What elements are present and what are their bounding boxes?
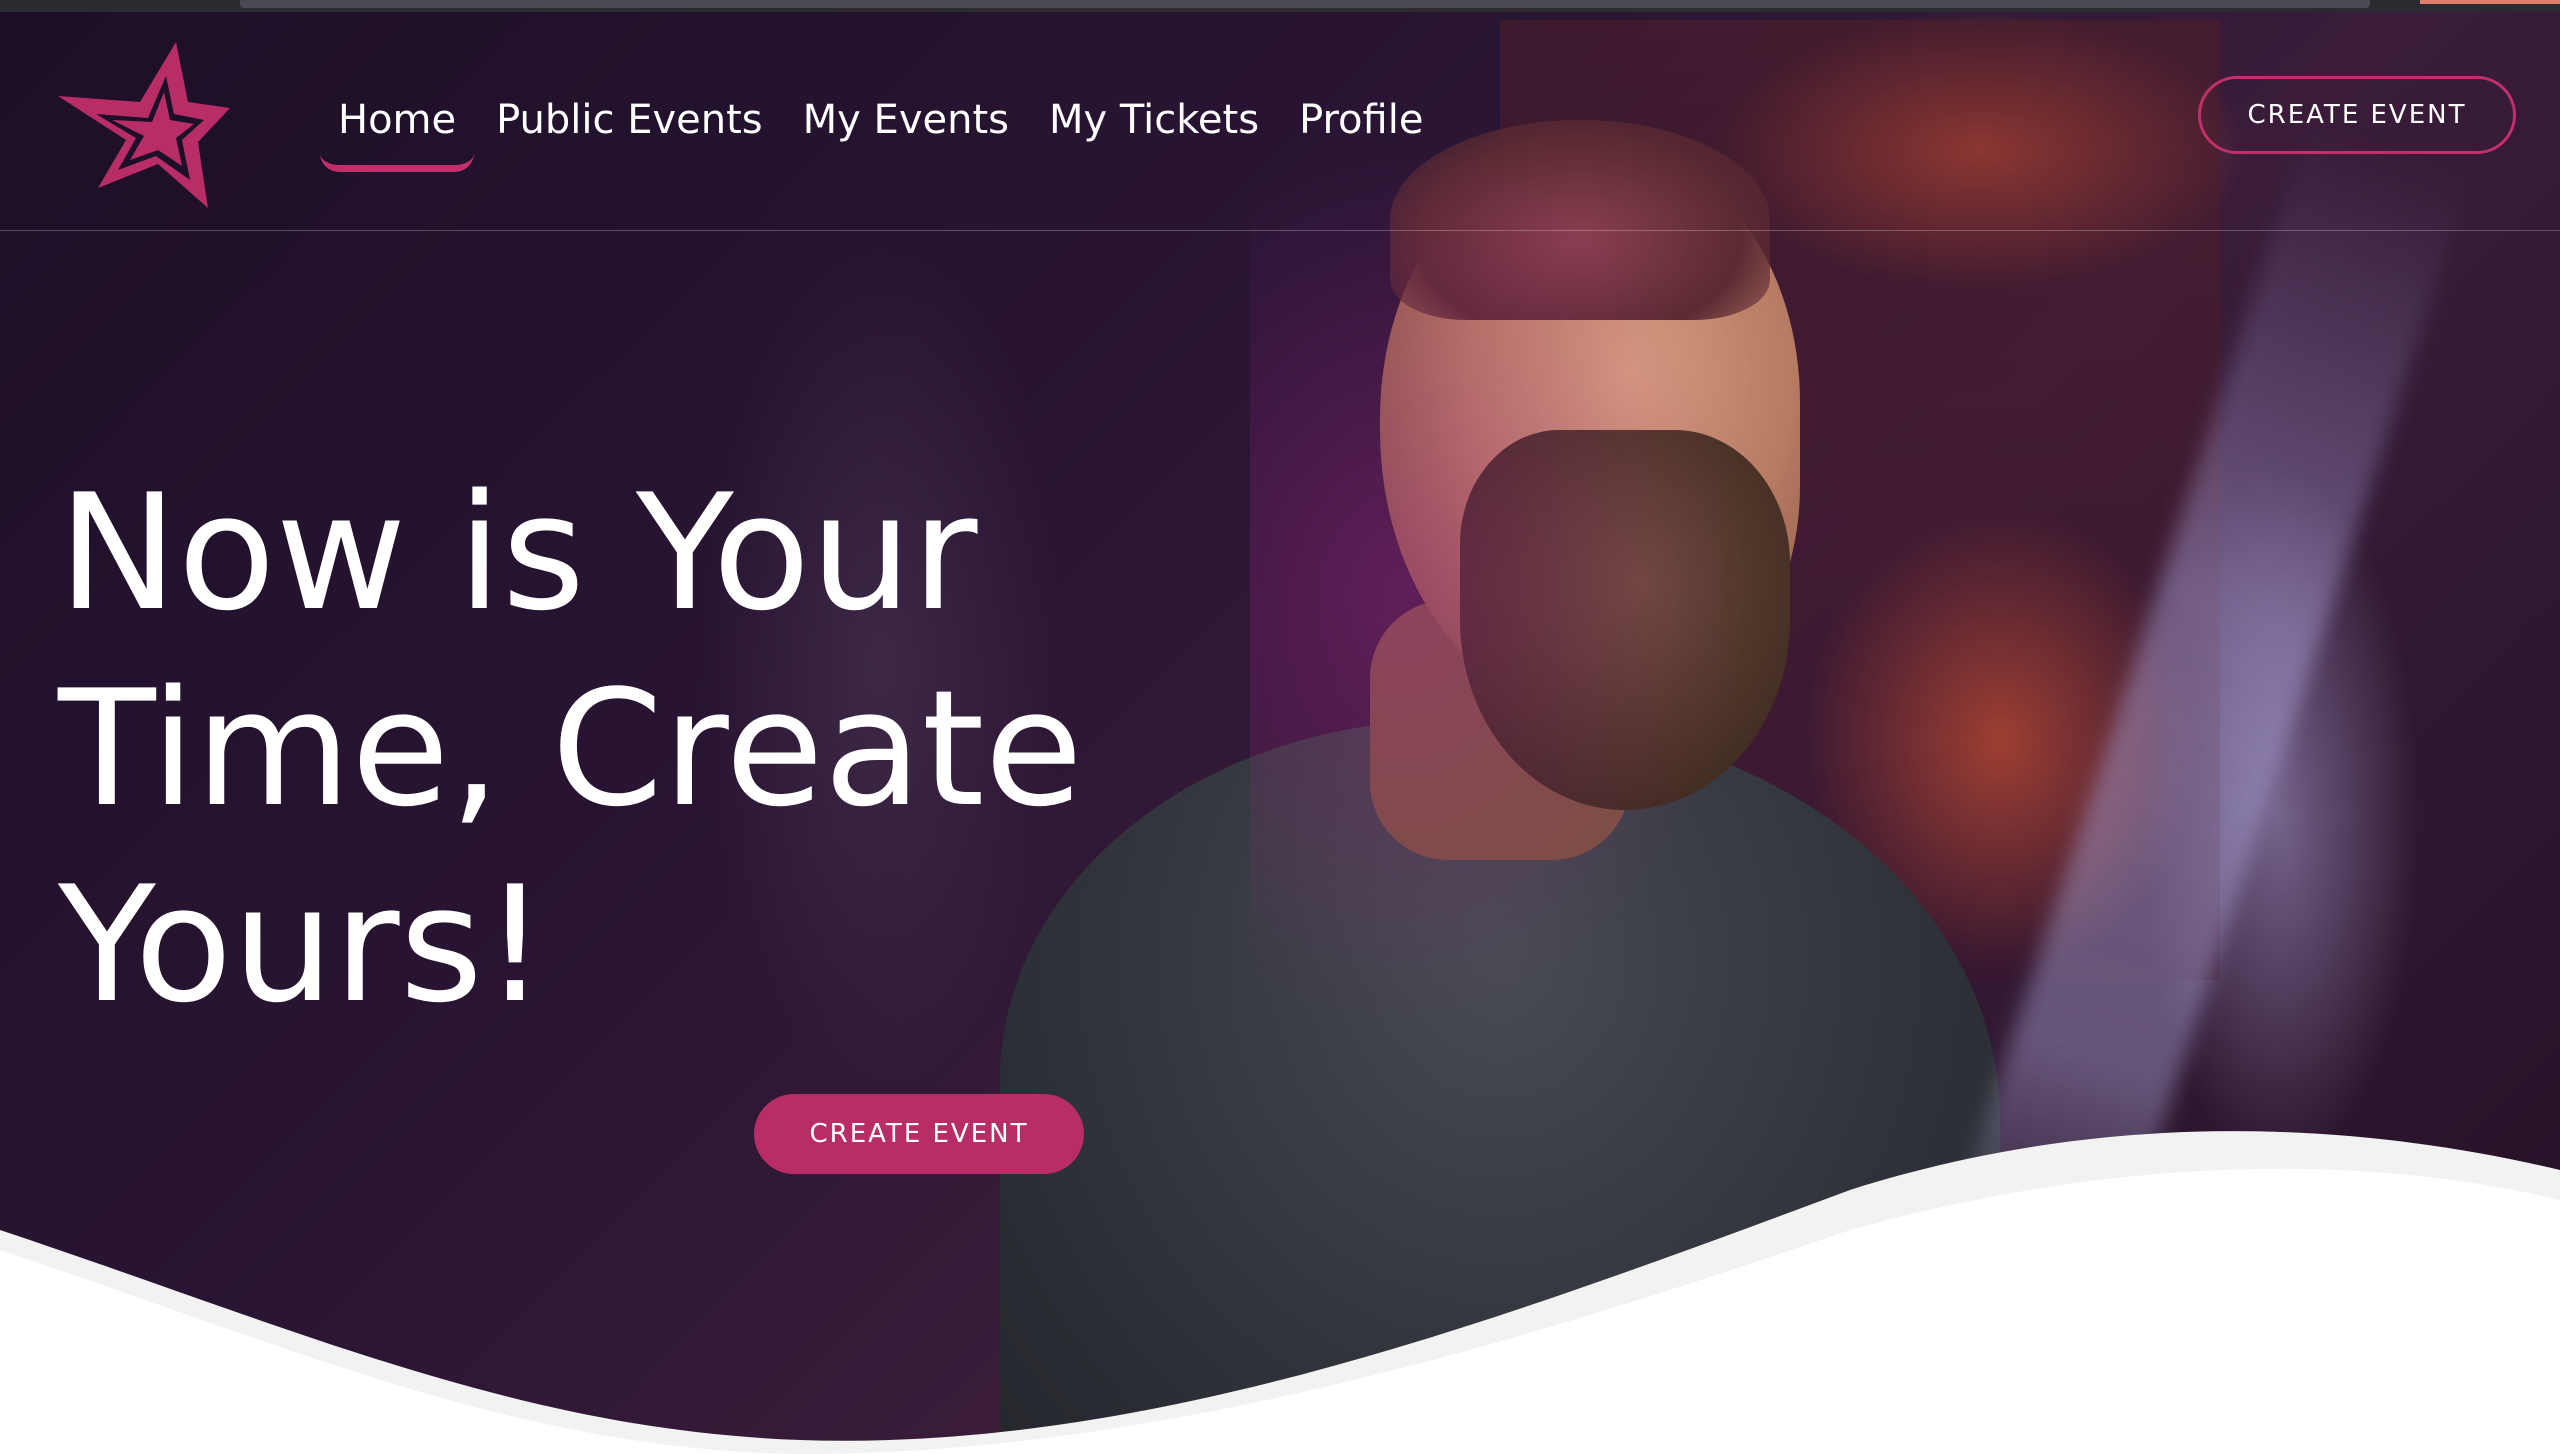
- hero-headline-line: Now is Your: [58, 459, 978, 646]
- hero-headline: Now is Your Time, Create Yours!: [58, 455, 1258, 1043]
- nav-item-home[interactable]: Home: [318, 92, 476, 172]
- page: Home Public Events My Events My Tickets …: [0, 0, 2560, 1454]
- nav-item-my-tickets[interactable]: My Tickets: [1029, 92, 1279, 148]
- browser-top-strip: [0, 0, 2560, 12]
- hero-headline-line: Yours!: [58, 851, 548, 1038]
- star-logo-graphic: [58, 42, 230, 208]
- purple-stage-glow: [1250, 140, 1750, 1040]
- nav-item-my-events[interactable]: My Events: [783, 92, 1029, 148]
- star-logo-icon[interactable]: [48, 32, 234, 218]
- top-accent-bar: [2420, 0, 2560, 4]
- nav-item-public-events[interactable]: Public Events: [476, 92, 783, 148]
- hero-bottom-wave: [0, 1131, 2560, 1454]
- nav-item-profile[interactable]: Profile: [1279, 92, 1443, 148]
- hero-headline-line: Time, Create: [58, 655, 1083, 842]
- header-create-event-button[interactable]: CREATE EVENT: [2198, 76, 2516, 154]
- site-header: Home Public Events My Events My Tickets …: [0, 12, 2560, 230]
- header-divider: [0, 230, 2560, 231]
- horizontal-scrollbar[interactable]: [240, 0, 2370, 8]
- hero-create-event-button[interactable]: CREATE EVENT: [754, 1094, 1084, 1174]
- main-nav: Home Public Events My Events My Tickets …: [318, 92, 1443, 172]
